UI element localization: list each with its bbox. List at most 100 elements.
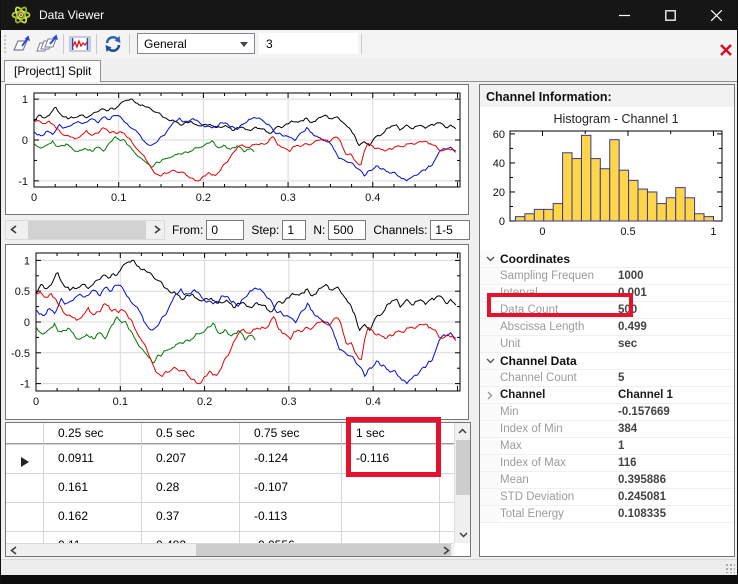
chevron-down-icon [486, 256, 495, 262]
prop-label: Data Count [500, 304, 618, 316]
table-cell[interactable]: -0.113 [240, 503, 342, 531]
channels-input[interactable] [430, 220, 470, 240]
svg-text:0.1: 0.1 [111, 192, 126, 204]
table-header-cell[interactable]: 0.75 sec [240, 423, 342, 444]
from-label: From: [172, 223, 203, 237]
data-table-panel: 0.25 sec0.5 sec0.75 sec1 sec0.09110.207-… [5, 422, 471, 557]
table-cell[interactable]: 0.161 [44, 474, 142, 502]
signal-plot-icon [69, 35, 91, 53]
prop-value: 0.108335 [618, 508, 734, 520]
prop-section-title: Coordinates [500, 252, 570, 266]
prop-row-channel[interactable]: ChannelChannel 1 [480, 387, 734, 404]
scroll-up-icon[interactable] [458, 428, 467, 434]
tab-label: [Project1] Split [14, 64, 91, 78]
new-view-button[interactable] [8, 32, 34, 56]
count-field[interactable] [259, 33, 358, 54]
prop-label: Min [500, 406, 618, 418]
resize-grip[interactable] [725, 563, 735, 573]
step-input[interactable] [282, 220, 306, 240]
prop-row-channel-count[interactable]: Channel Count5 [480, 370, 734, 387]
svg-text:0.1: 0.1 [113, 396, 128, 408]
prop-value: 384 [618, 423, 734, 435]
table-header-cell[interactable]: 0.5 sec [142, 423, 240, 444]
scroll-left-icon[interactable] [6, 221, 20, 239]
table-cell[interactable]: -0.116 [342, 445, 440, 473]
table-cell[interactable] [342, 503, 440, 531]
row-marker-cell [6, 503, 44, 531]
table-horizontal-scrollbar[interactable] [6, 543, 454, 556]
svg-text:0: 0 [22, 135, 28, 147]
refresh-button[interactable] [100, 32, 126, 56]
scroll-left-icon[interactable] [10, 546, 17, 555]
table-cell[interactable]: 0.207 [142, 445, 240, 473]
svg-text:1: 1 [24, 255, 30, 267]
scroll-right-icon[interactable] [150, 221, 164, 239]
svg-text:1: 1 [22, 94, 28, 106]
toolbar: General [1, 30, 738, 57]
prop-row-total-energy[interactable]: Total Energy0.108335 [480, 506, 734, 523]
prop-section-row[interactable]: Coordinates [480, 251, 734, 268]
toolbar-separator [63, 34, 64, 54]
prop-row-max[interactable]: Max1 [480, 438, 734, 455]
table-cell[interactable]: -0.107 [240, 474, 342, 502]
table-row[interactable]: 0.1620.37-0.113 [6, 503, 454, 532]
svg-text:40: 40 [493, 158, 505, 170]
table-vscroll-thumb[interactable] [456, 440, 470, 495]
prop-row-unit[interactable]: Unitsec [480, 336, 734, 353]
position-scrollbar-thumb[interactable] [28, 221, 146, 239]
step-label: Step: [251, 223, 279, 237]
svg-text:0.3: 0.3 [281, 396, 296, 408]
prop-row-min[interactable]: Min-0.157669 [480, 404, 734, 421]
table-header-cell[interactable] [6, 423, 44, 444]
from-input[interactable] [206, 220, 244, 240]
prop-label: Abscissa Length [500, 321, 618, 333]
pane-close-icon[interactable] [720, 44, 732, 56]
prop-row-mean[interactable]: Mean0.395886 [480, 472, 734, 489]
svg-text:-1: -1 [20, 379, 30, 391]
table-header-cell[interactable]: 0.25 sec [44, 423, 142, 444]
minimize-button[interactable] [601, 0, 647, 30]
signal-plot-button[interactable] [67, 32, 93, 56]
svg-text:0: 0 [24, 317, 30, 329]
scroll-down-icon[interactable] [459, 532, 468, 538]
prop-row-abscissa-length[interactable]: Abscissa Length0.499 [480, 319, 734, 336]
close-icon [711, 10, 722, 21]
tab-project1-split[interactable]: [Project1] Split [4, 60, 101, 82]
prop-row-interval[interactable]: Interval0.001 [480, 285, 734, 302]
table-vertical-scrollbar[interactable] [454, 423, 470, 543]
n-input[interactable] [328, 220, 366, 240]
table-cell[interactable] [342, 474, 440, 502]
window-bottom-edge [1, 575, 738, 584]
prop-value: Channel 1 [618, 389, 734, 401]
new-multi-view-button[interactable] [34, 32, 60, 56]
prop-value: 1 [618, 440, 734, 452]
channel-information-panel: Channel Information: Histogram - Channel… [479, 84, 735, 557]
table-cell[interactable]: 0.28 [142, 474, 240, 502]
prop-row-sampling-frequen[interactable]: Sampling Frequen1000 [480, 268, 734, 285]
table-header-cell[interactable]: 1 sec [342, 423, 440, 444]
position-scrollbar[interactable] [5, 220, 165, 240]
prop-value: 0.499 [618, 321, 734, 333]
svg-text:0.5: 0.5 [15, 286, 30, 298]
table-cell[interactable]: 0.37 [142, 503, 240, 531]
maximize-button[interactable] [647, 0, 693, 30]
preset-combobox[interactable]: General [137, 33, 255, 54]
table-cell[interactable]: 0.0911 [44, 445, 142, 473]
prop-row-index-of-max[interactable]: Index of Max116 [480, 455, 734, 472]
table-cell[interactable]: -0.124 [240, 445, 342, 473]
table-hscroll-thumb[interactable] [196, 544, 451, 556]
prop-row-data-count[interactable]: Data Count500 [480, 302, 734, 319]
table-row[interactable]: 0.09110.207-0.124-0.116 [6, 445, 454, 474]
prop-value: 1000 [618, 270, 734, 282]
prop-section-row[interactable]: Channel Data [480, 353, 734, 370]
table-cell[interactable]: 0.162 [44, 503, 142, 531]
prop-label: Index of Max [500, 457, 618, 469]
svg-text:-1: -1 [18, 176, 28, 188]
svg-text:0.3: 0.3 [280, 192, 295, 204]
prop-row-index-of-min[interactable]: Index of Min384 [480, 421, 734, 438]
svg-text:0: 0 [499, 216, 505, 228]
table-row[interactable]: 0.1610.28-0.107 [6, 474, 454, 503]
scroll-right-icon[interactable] [443, 546, 450, 555]
prop-row-std-deviation[interactable]: STD Deviation0.245081 [480, 489, 734, 506]
close-button[interactable] [693, 0, 738, 30]
